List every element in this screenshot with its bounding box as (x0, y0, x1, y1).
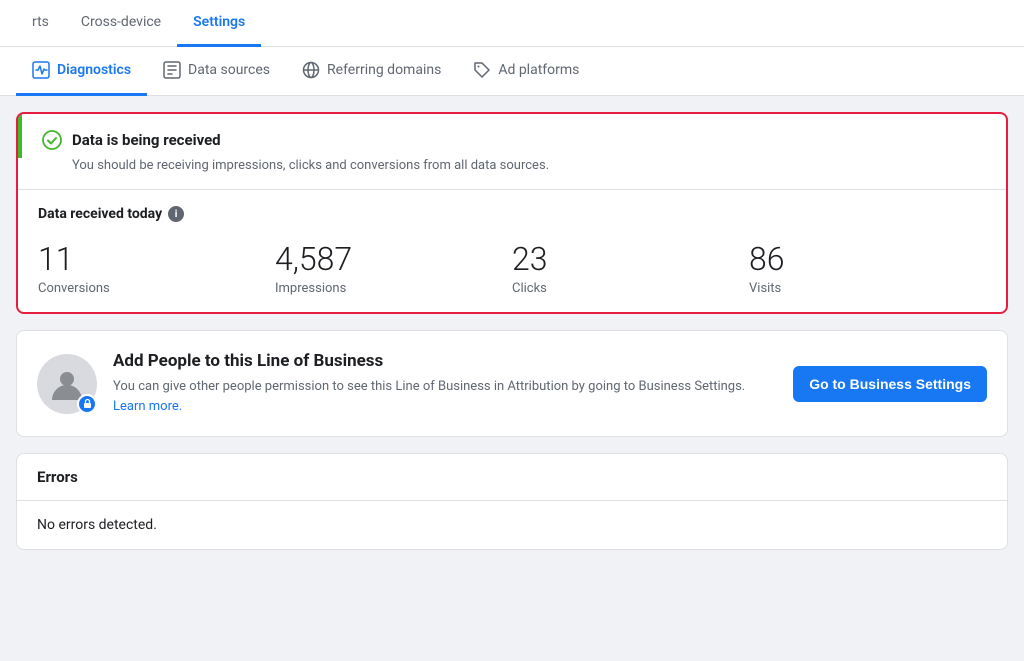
errors-card: Errors No errors detected. (16, 453, 1008, 550)
conversions-label: Conversions (38, 281, 275, 296)
metric-impressions: 4,587 Impressions (275, 242, 512, 296)
status-subtitle: You should be receiving impressions, cli… (18, 158, 1006, 189)
visits-label: Visits (749, 281, 986, 296)
add-people-title: Add People to this Line of Business (113, 351, 777, 371)
tab-settings[interactable]: Settings (177, 0, 261, 47)
subtab-ad-platforms[interactable]: Ad platforms (457, 47, 595, 96)
clicks-label: Clicks (512, 281, 749, 296)
subtab-diagnostics-label: Diagnostics (57, 62, 131, 78)
sub-tabs: Diagnostics Data sources Referring domai… (0, 47, 1024, 96)
status-header: Data is being received (18, 114, 1006, 158)
add-people-content: Add People to this Line of Business You … (113, 351, 777, 416)
subtab-diagnostics[interactable]: Diagnostics (16, 47, 147, 96)
top-nav: rts Cross-device Settings (0, 0, 1024, 47)
main-content: Data is being received You should be rec… (0, 96, 1024, 661)
subtab-ad-platforms-label: Ad platforms (498, 62, 579, 78)
subtab-data-sources[interactable]: Data sources (147, 47, 286, 96)
metric-visits: 86 Visits (749, 242, 986, 296)
add-people-desc-text: You can give other people permission to … (113, 379, 745, 394)
conversions-value: 11 (38, 242, 275, 277)
subtab-referring-domains-label: Referring domains (327, 62, 441, 78)
data-received-section: Data received today i 11 Conversions 4,5… (18, 189, 1006, 312)
lock-badge (77, 394, 97, 414)
add-people-description: You can give other people permission to … (113, 377, 777, 416)
go-to-business-settings-button[interactable]: Go to Business Settings (793, 366, 987, 402)
learn-more-link[interactable]: Learn more. (113, 399, 182, 414)
data-received-title: Data received today (38, 206, 162, 222)
tag-icon (473, 61, 491, 79)
globe-icon (302, 61, 320, 79)
avatar-wrapper (37, 354, 97, 414)
metric-conversions: 11 Conversions (38, 242, 275, 296)
diagnostics-icon (32, 61, 50, 79)
add-people-card: Add People to this Line of Business You … (16, 330, 1008, 437)
subtab-referring-domains[interactable]: Referring domains (286, 47, 457, 96)
subtab-data-sources-label: Data sources (188, 62, 270, 78)
visits-value: 86 (749, 242, 986, 277)
errors-body: No errors detected. (17, 501, 1007, 549)
impressions-label: Impressions (275, 281, 512, 296)
metrics-row: 11 Conversions 4,587 Impressions 23 Clic… (38, 242, 986, 296)
tab-cross-device[interactable]: Cross-device (65, 0, 177, 47)
data-sources-icon (163, 61, 181, 79)
info-icon[interactable]: i (168, 206, 184, 222)
status-title: Data is being received (72, 131, 221, 149)
impressions-value: 4,587 (275, 242, 512, 277)
status-data-card: Data is being received You should be rec… (16, 112, 1008, 314)
errors-header: Errors (17, 454, 1007, 501)
lock-icon (82, 398, 93, 409)
clicks-value: 23 (512, 242, 749, 277)
tab-rts[interactable]: rts (16, 0, 65, 47)
check-circle-icon (42, 130, 62, 150)
data-received-header: Data received today i (38, 206, 986, 222)
metric-clicks: 23 Clicks (512, 242, 749, 296)
